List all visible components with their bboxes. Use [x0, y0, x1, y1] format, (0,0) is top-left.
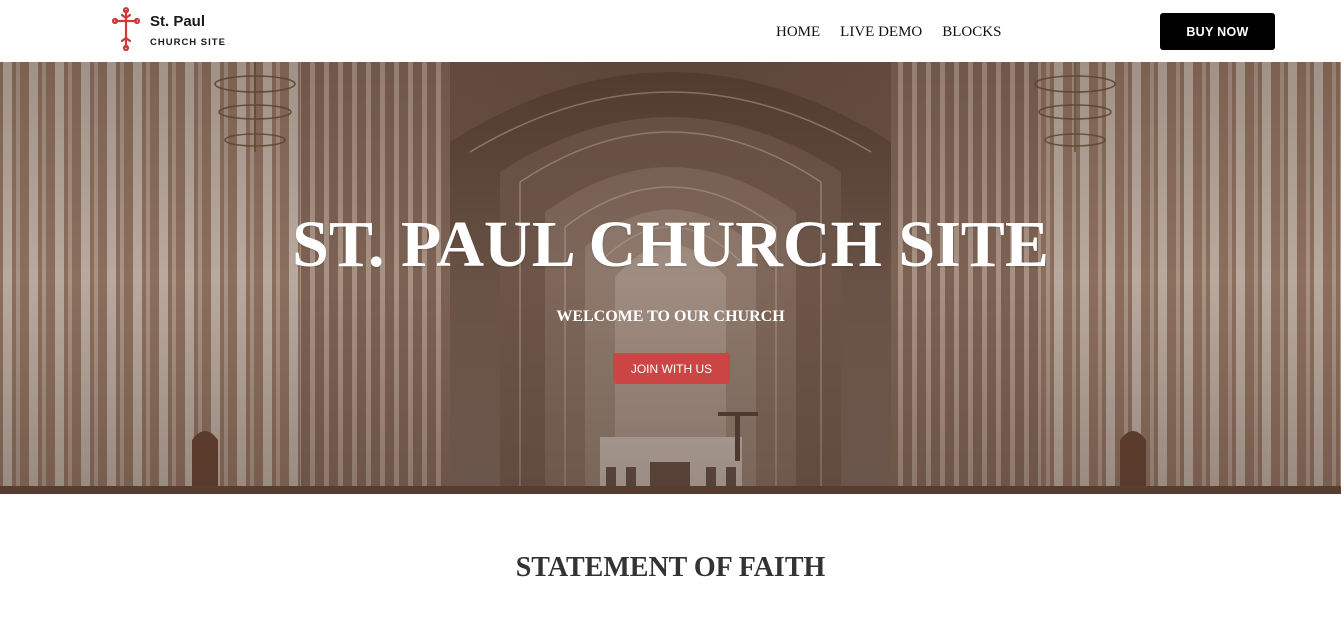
- statement-of-faith-heading: STATEMENT OF FAITH: [515, 552, 826, 583]
- hero-subtitle: WELCOME TO OUR CHURCH: [556, 308, 785, 325]
- cross-icon: [112, 7, 140, 51]
- nav-live-demo[interactable]: LIVE DEMO: [830, 22, 932, 42]
- site-header: St. Paul CHURCH SITE HOME LIVE DEMO BLOC…: [0, 0, 1341, 62]
- join-with-us-button[interactable]: JOIN WITH US: [613, 353, 730, 384]
- main-nav: HOME LIVE DEMO BLOCKS: [766, 22, 1011, 42]
- logo-subtitle: CHURCH SITE: [150, 37, 226, 48]
- logo-name: St. Paul: [150, 13, 206, 30]
- buy-now-button[interactable]: BUY NOW: [1160, 13, 1275, 50]
- hero-title: ST. PAUL CHURCH SITE: [292, 208, 1049, 281]
- site-logo[interactable]: St. Paul CHURCH SITE: [112, 7, 242, 53]
- nav-blocks[interactable]: BLOCKS: [932, 22, 1011, 42]
- hero-section: ST. PAUL CHURCH SITE WELCOME TO OUR CHUR…: [0, 62, 1341, 494]
- nav-home[interactable]: HOME: [766, 22, 830, 42]
